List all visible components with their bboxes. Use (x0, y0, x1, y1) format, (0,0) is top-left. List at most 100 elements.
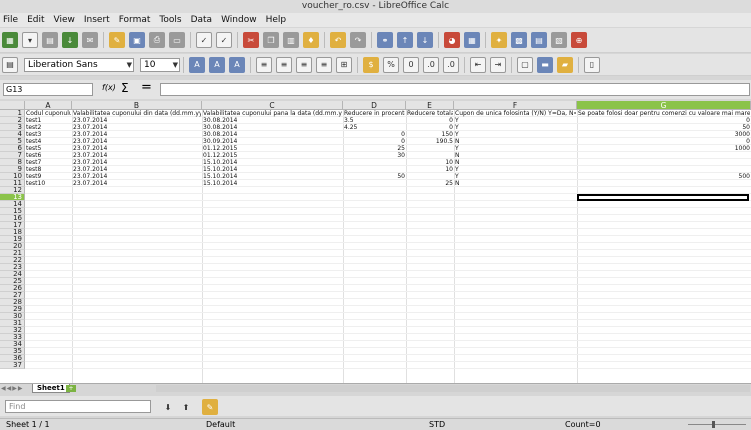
cell-c3[interactable]: 30.08.2014 (203, 124, 342, 131)
cell-e9[interactable]: 10 (407, 166, 453, 173)
sum-icon[interactable]: Σ (121, 81, 129, 95)
cell-c9[interactable]: 15.10.2014 (203, 166, 342, 173)
cell-g3[interactable]: 50 (578, 124, 750, 131)
cell-a4[interactable]: test3 (26, 131, 71, 138)
cell-b7[interactable]: 23.07.2014 (73, 152, 201, 159)
spreadsheet-grid[interactable]: A B C D E F G 1 2 3 4 5 6 7 8 9 10 11 12 13 14 15 16 17 18 19 20 21… (0, 101, 751, 383)
paste-icon[interactable]: ▥ (283, 32, 299, 48)
underline-icon[interactable]: A (229, 56, 245, 73)
cell-b3[interactable]: 23.07.2014 (73, 124, 201, 131)
menu-item-insert[interactable]: Insert (84, 15, 110, 25)
find-next-icon[interactable]: ⬇ (160, 399, 176, 415)
menu-item-format[interactable]: Format (119, 15, 151, 25)
email-icon[interactable]: ✉ (82, 32, 98, 48)
spellcheck-icon[interactable]: ✓ (196, 32, 212, 48)
chevron-down-icon[interactable]: ▼ (173, 59, 178, 71)
cell-d5[interactable]: 0 (344, 138, 405, 145)
cell-a10[interactable]: test9 (26, 173, 71, 180)
edit-file-icon[interactable]: ✎ (109, 32, 125, 48)
cell-d1[interactable]: Reducere in procente (344, 110, 405, 117)
menu-item-edit[interactable]: Edit (27, 15, 44, 25)
column-header-d[interactable]: D (343, 101, 406, 110)
cell-d10[interactable]: 50 (344, 173, 405, 180)
menu-item-help[interactable]: Help (266, 15, 287, 25)
justify-icon[interactable]: ≡ (316, 56, 332, 73)
cell-e8[interactable]: 10 (407, 159, 453, 166)
clone-formatting-icon[interactable]: ♦ (303, 32, 319, 48)
chart-icon[interactable]: ◕ (444, 32, 460, 48)
cell-b4[interactable]: 23.07.2014 (73, 131, 201, 138)
horizontal-scrollbar[interactable] (156, 385, 750, 392)
menu-item-file[interactable]: File (3, 15, 18, 25)
cell-a1[interactable]: Codul cuponului (26, 110, 71, 117)
hyperlink-icon[interactable]: ⚭ (377, 32, 393, 48)
cell-e5[interactable]: 190.5 (407, 138, 453, 145)
number-format-icon[interactable]: 0 (403, 56, 419, 73)
cell-g5[interactable]: 0 (578, 138, 750, 145)
save-icon[interactable]: ↓ (62, 32, 78, 48)
cell-f6[interactable]: Y (455, 145, 576, 152)
cell-b5[interactable]: 23.07.2014 (73, 138, 201, 145)
background-color-icon[interactable]: ▬ (537, 56, 553, 73)
column-header-c[interactable]: C (202, 101, 343, 110)
cut-icon[interactable]: ✂ (243, 32, 259, 48)
cell-b10[interactable]: 23.07.2014 (73, 173, 201, 180)
open-icon[interactable]: ▾ (22, 32, 38, 48)
cell-b2[interactable]: 23.07.2014 (73, 117, 201, 124)
redo-icon[interactable]: ↷ (350, 32, 366, 48)
cell-f9[interactable]: Y (455, 166, 576, 173)
cell-f11[interactable]: N (455, 180, 576, 187)
cell-c4[interactable]: 30.08.2014 (203, 131, 342, 138)
cell-g2[interactable]: 0 (578, 117, 750, 124)
cell-f3[interactable]: Y (455, 124, 576, 131)
data-sources-icon[interactable]: ▤ (531, 32, 547, 48)
sort-ascending-icon[interactable]: ↑ (397, 32, 413, 48)
cell-c6[interactable]: 01.12.2015 (203, 145, 342, 152)
zoom-slider[interactable] (688, 424, 746, 425)
cell-e3[interactable]: 0 (407, 124, 453, 131)
copy-icon[interactable]: ❐ (263, 32, 279, 48)
bold-icon[interactable]: A (189, 56, 205, 73)
gallery-icon[interactable]: ▩ (511, 32, 527, 48)
percent-format-icon[interactable]: % (383, 56, 399, 73)
merge-cells-icon[interactable]: ⊞ (336, 56, 352, 73)
cell-a6[interactable]: test5 (26, 145, 71, 152)
cell-a11[interactable]: test10 (26, 180, 71, 187)
open-folder-icon[interactable]: ▤ (42, 32, 58, 48)
row-header-37[interactable]: 37 (0, 362, 25, 369)
cell-c1[interactable]: Valabilitatea cuponului pana la data (dd… (203, 110, 342, 117)
cell-g10[interactable]: 500 (578, 173, 750, 180)
cell-f5[interactable]: N (455, 138, 576, 145)
cell-e11[interactable]: 25 (407, 180, 453, 187)
formula-input[interactable] (160, 83, 750, 96)
cell-c2[interactable]: 30.08.2014 (203, 117, 342, 124)
zoom-knob[interactable] (712, 421, 715, 428)
column-header-f[interactable]: F (454, 101, 577, 110)
align-right-icon[interactable]: ≡ (296, 56, 312, 73)
formula-icon[interactable]: = (141, 80, 152, 95)
cell-b8[interactable]: 23.07.2014 (73, 159, 201, 166)
sheet-tab[interactable]: Sheet1 (32, 384, 70, 393)
cell-e4[interactable]: 150 (407, 131, 453, 138)
font-size-box[interactable]: 10 ▼ (140, 57, 180, 72)
cell-a7[interactable]: test6 (26, 152, 71, 159)
cell-a3[interactable]: test2 (26, 124, 71, 131)
cell-f4[interactable]: Y (455, 131, 576, 138)
cell-d6[interactable]: 25 (344, 145, 405, 152)
column-header-b[interactable]: B (72, 101, 202, 110)
cell-b9[interactable]: 23.07.2014 (73, 166, 201, 173)
align-left-icon[interactable]: ≡ (256, 56, 272, 73)
cell-c7[interactable]: 01.12.2015 (203, 152, 342, 159)
decrease-indent-icon[interactable]: ⇤ (470, 56, 486, 73)
cell-f10[interactable]: Y (455, 173, 576, 180)
help-icon[interactable]: ⊕ (571, 32, 587, 48)
menu-item-view[interactable]: View (54, 15, 75, 25)
find-previous-icon[interactable]: ⬆ (178, 399, 194, 415)
cell-c11[interactable]: 15.10.2014 (203, 180, 342, 187)
cell-c8[interactable]: 15.10.2014 (203, 159, 342, 166)
align-center-icon[interactable]: ≡ (276, 56, 292, 73)
cell-a2[interactable]: test1 (26, 117, 71, 124)
find-replace-icon[interactable]: ✎ (202, 399, 218, 415)
navigator-icon[interactable]: ✦ (491, 32, 507, 48)
sidebar-toggle-icon[interactable]: ▯ (584, 56, 600, 73)
